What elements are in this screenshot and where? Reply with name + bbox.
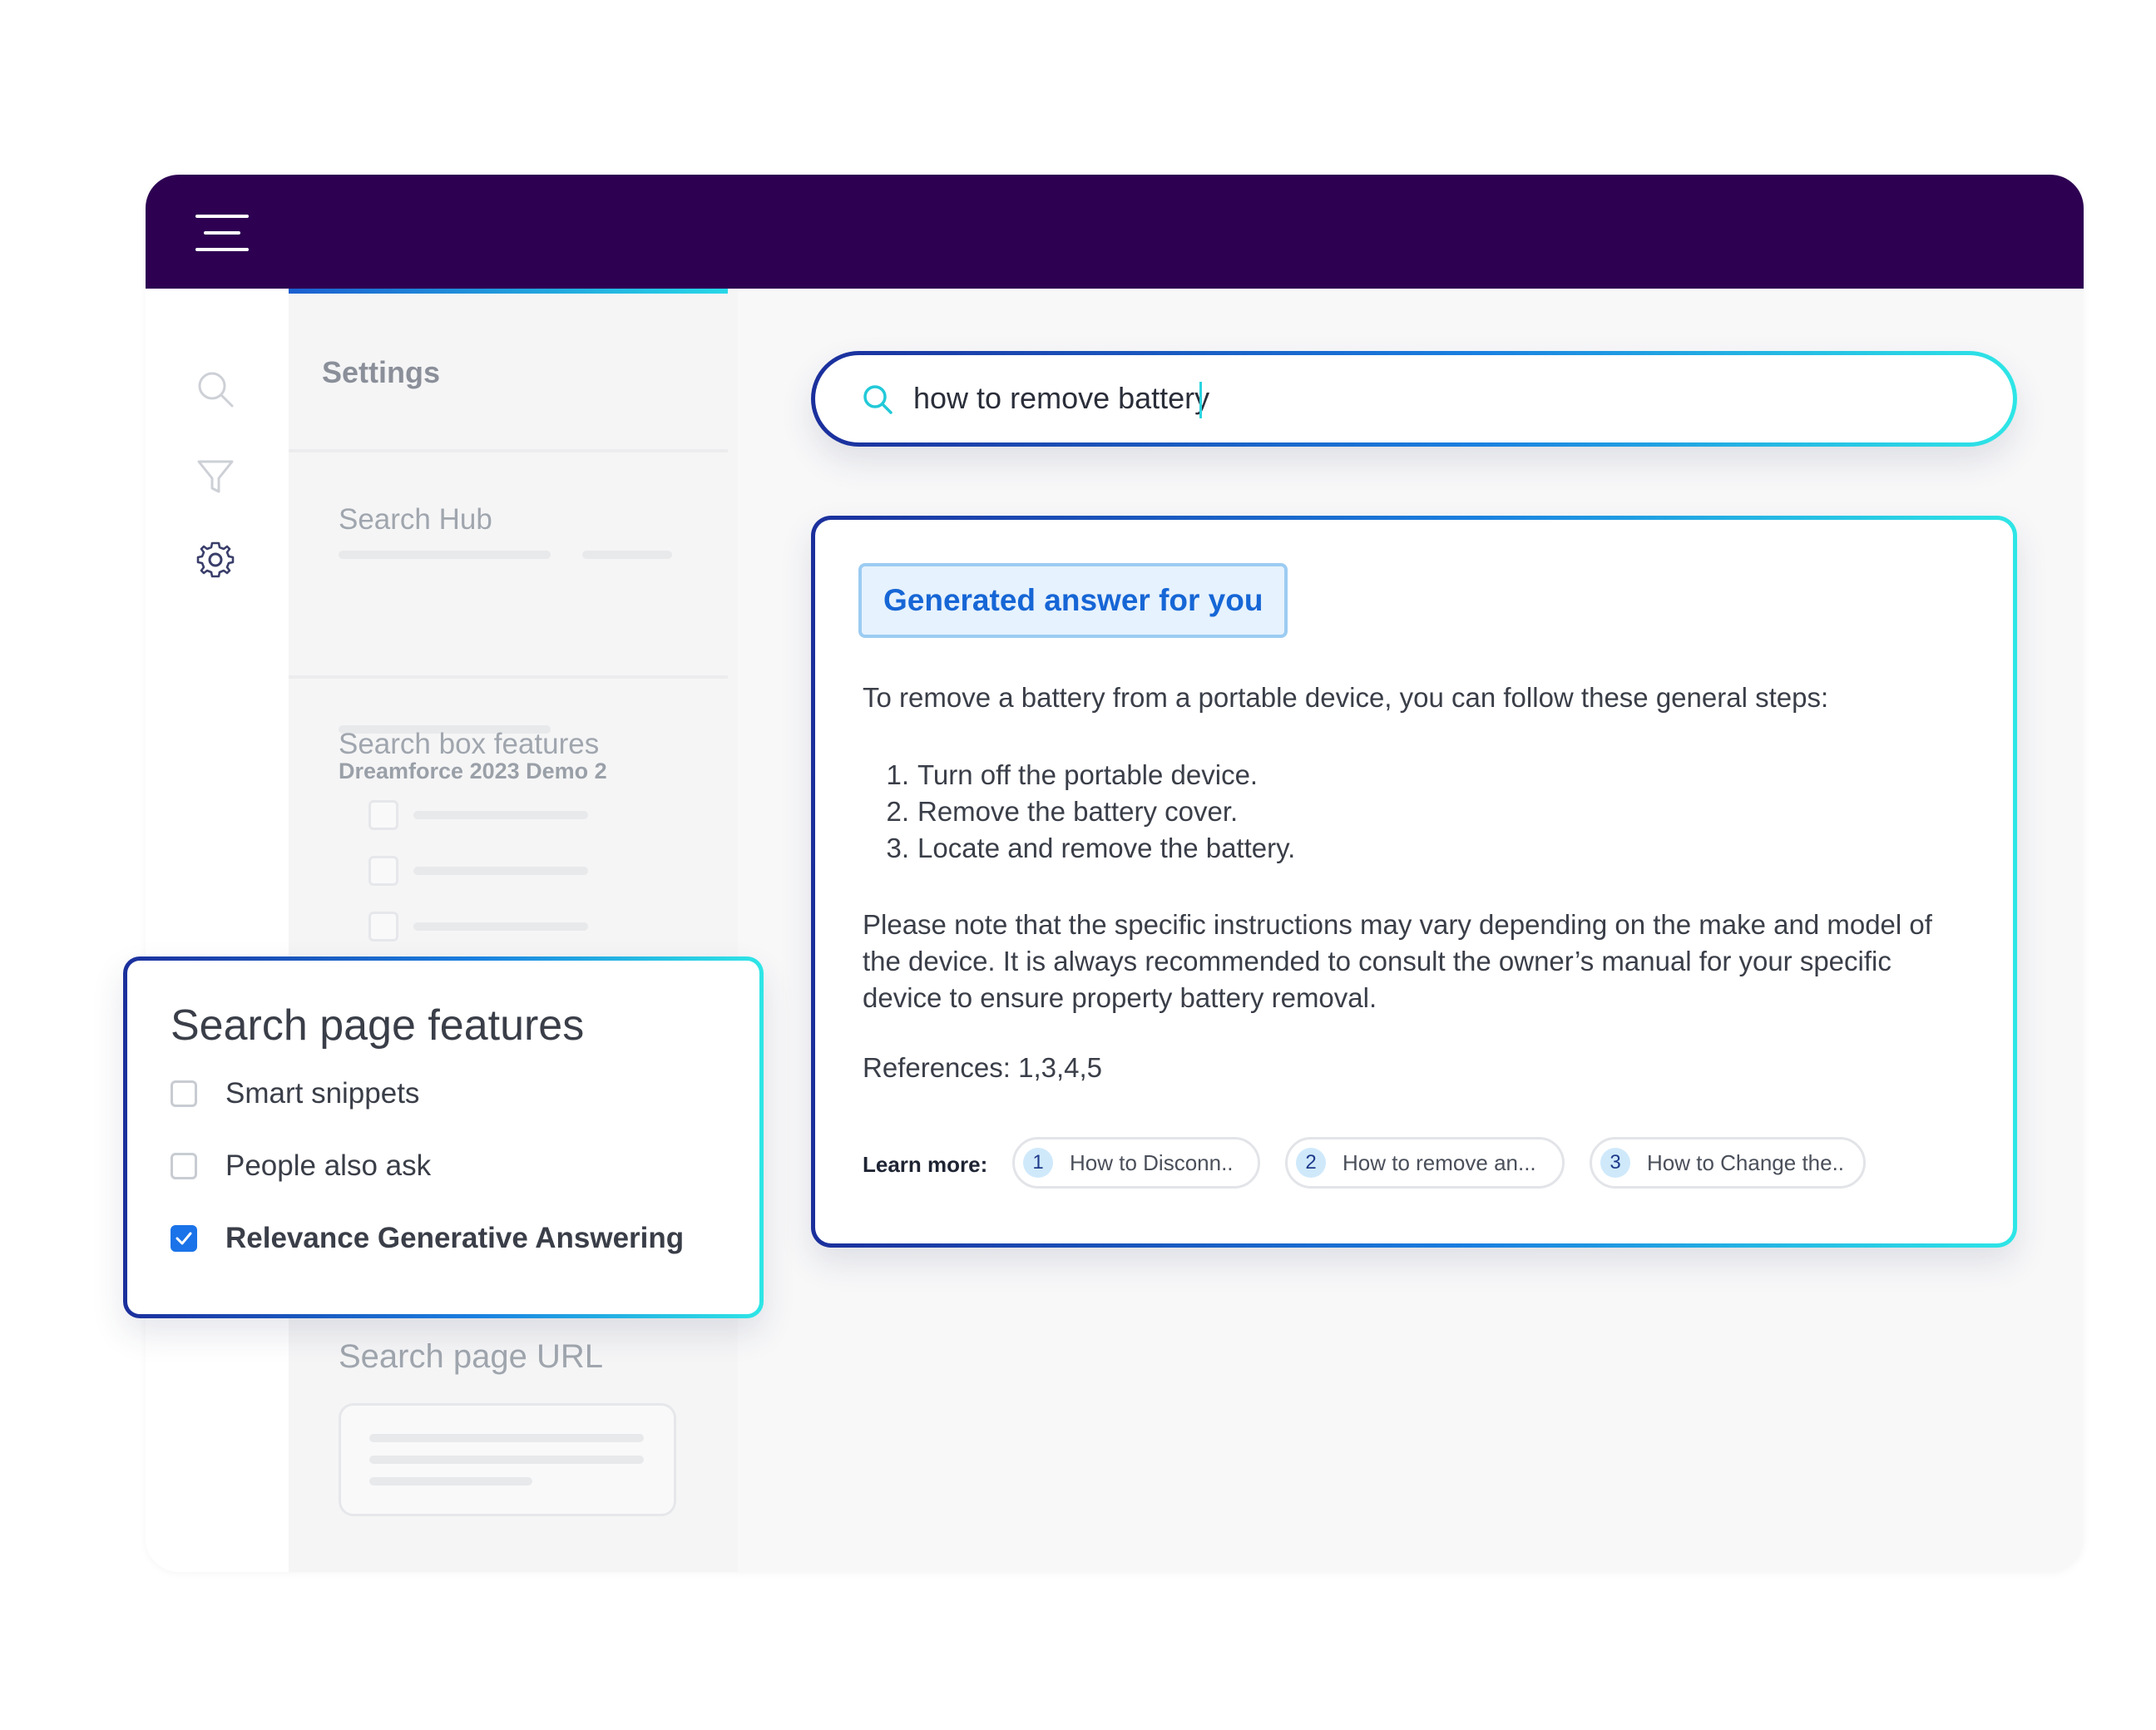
citation-chip-2[interactable]: 2 How to remove an... bbox=[1285, 1137, 1565, 1189]
search-page-url-input[interactable] bbox=[339, 1403, 676, 1516]
learn-more-label: Learn more: bbox=[863, 1152, 988, 1177]
generated-answer-label: Generated answer for you bbox=[858, 563, 1288, 638]
search-page-url-label: Search page URL bbox=[339, 1338, 603, 1375]
faded-checkbox[interactable] bbox=[368, 856, 398, 886]
placeholder-line bbox=[413, 922, 588, 931]
features-title: Search page features bbox=[171, 1001, 585, 1050]
answer-references: References: 1,3,4,5 bbox=[863, 1052, 1103, 1083]
checkbox-checked[interactable] bbox=[171, 1225, 197, 1252]
feature-label: Relevance Generative Answering bbox=[225, 1222, 685, 1254]
feature-label: People also ask bbox=[225, 1149, 432, 1182]
search-input[interactable] bbox=[913, 378, 1911, 418]
faded-checkbox[interactable] bbox=[368, 800, 398, 830]
placeholder-line bbox=[582, 551, 672, 559]
citation-chip-1[interactable]: 1 How to Disconn.. bbox=[1012, 1137, 1260, 1189]
checkbox[interactable] bbox=[171, 1153, 197, 1179]
faded-checkbox[interactable] bbox=[368, 912, 398, 942]
hamburger-menu-icon[interactable] bbox=[195, 215, 249, 251]
citation-title: How to Disconn.. bbox=[1070, 1149, 1234, 1175]
answer-steps: 1. Turn off the portable device. 2. Remove… bbox=[863, 757, 1295, 867]
placeholder-line bbox=[339, 551, 551, 559]
citation-number: 1 bbox=[1023, 1148, 1053, 1178]
active-tab-indicator bbox=[289, 289, 728, 294]
search-icon bbox=[863, 385, 893, 414]
search-box[interactable] bbox=[811, 351, 2017, 447]
feature-people-also-ask[interactable]: People also ask bbox=[171, 1149, 431, 1183]
icon-rail bbox=[146, 289, 289, 1572]
divider bbox=[289, 449, 728, 452]
answer-step: 3. Locate and remove the battery. bbox=[886, 833, 1296, 863]
top-bar bbox=[146, 175, 2084, 289]
text-caret bbox=[1199, 382, 1202, 418]
divider bbox=[289, 675, 728, 679]
answer-note: Please note that the specific instructio… bbox=[863, 909, 1932, 1013]
answer-step: 1. Turn off the portable device. bbox=[886, 759, 1258, 790]
feature-label: Smart snippets bbox=[225, 1077, 420, 1110]
citation-title: How to Change the.. bbox=[1647, 1149, 1845, 1175]
settings-panel: Settings Search Hub Dreamforce 2023 Demo… bbox=[289, 289, 738, 1572]
search-icon[interactable] bbox=[194, 368, 237, 411]
search-page-features-card: Search page features Smart snippets Peop… bbox=[123, 956, 764, 1318]
checkbox[interactable] bbox=[171, 1080, 197, 1107]
gear-icon[interactable] bbox=[194, 538, 237, 581]
search-hub-label: Search Hub bbox=[339, 503, 492, 536]
feature-smart-snippets[interactable]: Smart snippets bbox=[171, 1077, 419, 1110]
citation-title: How to remove an... bbox=[1343, 1149, 1536, 1175]
settings-title: Settings bbox=[322, 355, 441, 389]
feature-relevance-generative-answering[interactable]: Relevance Generative Answering bbox=[171, 1222, 684, 1255]
citation-chip-3[interactable]: 3 How to Change the.. bbox=[1590, 1137, 1866, 1189]
filter-icon[interactable] bbox=[194, 455, 237, 498]
generated-answer-card: Generated answer for you To remove a bat… bbox=[811, 516, 2017, 1248]
answer-step: 2. Remove the battery cover. bbox=[886, 796, 1239, 827]
citation-number: 3 bbox=[1600, 1148, 1630, 1178]
checkmark-icon bbox=[176, 1232, 192, 1245]
answer-intro: To remove a battery from a portable devi… bbox=[863, 682, 1829, 713]
placeholder-line bbox=[413, 811, 588, 819]
search-box-features-label: Search box features bbox=[339, 728, 600, 760]
citation-number: 2 bbox=[1296, 1148, 1326, 1178]
search-hub-value[interactable]: Dreamforce 2023 Demo 2 bbox=[339, 759, 607, 784]
placeholder-line bbox=[413, 867, 588, 875]
